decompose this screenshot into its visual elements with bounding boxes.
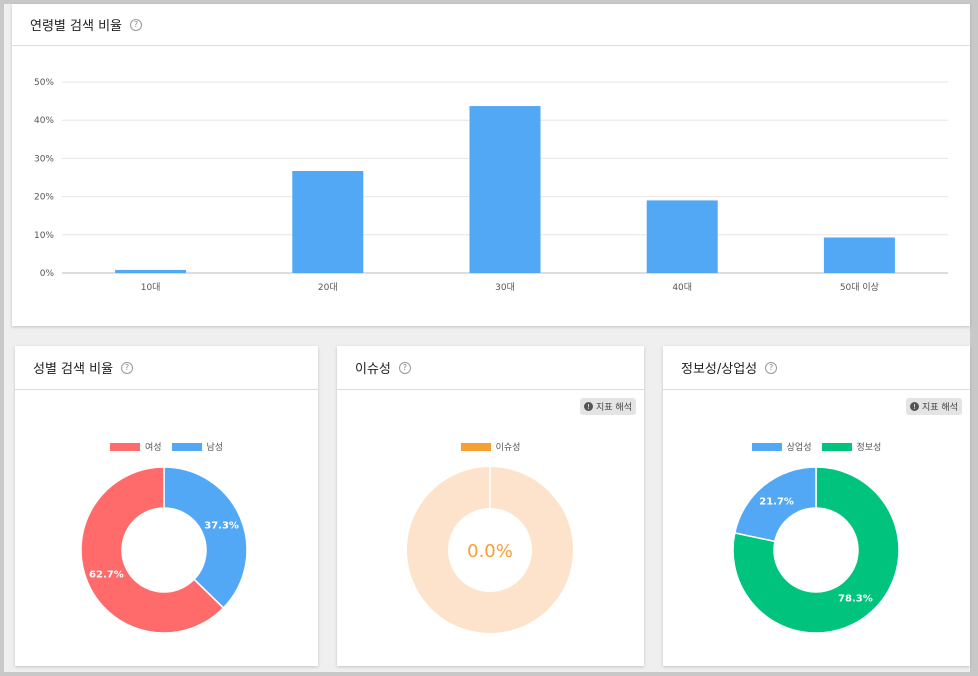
x-tick-label: 50대 이상 — [840, 282, 879, 293]
legend-label-informational: 정보성 — [856, 443, 882, 453]
age-chart-header: 연령별 검색 비율 ? — [12, 4, 970, 46]
legend-swatch-female — [109, 442, 140, 451]
legend-label-commercial: 상업성 — [786, 443, 812, 453]
interpretation-label: 지표 해석 — [596, 403, 632, 413]
x-tick-label: 40대 — [672, 282, 692, 293]
slice-label: 37.3% — [204, 521, 239, 532]
y-tick-label: 10% — [34, 231, 54, 241]
gender-chart-title: 성별 검색 비율 — [33, 362, 114, 377]
bar[interactable] — [646, 200, 718, 273]
info-icon: ! — [584, 402, 594, 411]
gender-chart-card: 성별 검색 비율 ? 여성 남성 37.3% 62.7% — [15, 346, 318, 666]
help-icon[interactable]: ? — [121, 361, 134, 374]
bar[interactable] — [823, 237, 895, 273]
info-donut-chart: 78.3% 21.7% — [732, 466, 900, 634]
slice-label: 62.7% — [89, 569, 124, 580]
legend-label-male: 남성 — [206, 443, 224, 453]
age-chart-card: 연령별 검색 비율 ? 0% 10% 20% 30% 40% 50% 10대 20대 30대 40… — [12, 4, 970, 326]
gender-chart-header: 성별 검색 비율 ? — [15, 346, 318, 390]
issue-chart-card: 이슈성 ? ! 지표 해석 이슈성 0.0% — [337, 346, 644, 666]
info-legend: 상업성 정보성 — [663, 440, 970, 453]
help-icon[interactable]: ? — [765, 361, 778, 374]
info-icon: ! — [910, 402, 920, 411]
legend-swatch-informational — [821, 442, 852, 451]
x-tick-label: 20대 — [318, 282, 338, 293]
donut-slice[interactable] — [163, 466, 248, 610]
y-tick-label: 50% — [34, 78, 54, 88]
interpretation-button[interactable]: ! 지표 해석 — [906, 398, 962, 415]
x-tick-label: 30대 — [495, 282, 515, 293]
bar[interactable] — [292, 171, 364, 273]
info-chart-card: 정보성/상업성 ? ! 지표 해석 상업성 정보성 78.3% 21.7% — [663, 346, 970, 666]
issue-chart-title: 이슈성 — [355, 362, 391, 377]
info-chart-header: 정보성/상업성 ? — [663, 346, 970, 390]
legend-item-commercial[interactable]: 상업성 — [751, 440, 812, 453]
interpretation-button[interactable]: ! 지표 해석 — [580, 398, 636, 415]
age-chart-title: 연령별 검색 비율 — [30, 19, 122, 34]
center-value: 0.0% — [467, 541, 513, 562]
y-tick-label: 20% — [34, 193, 54, 203]
interpretation-label: 지표 해석 — [922, 403, 958, 413]
legend-item-female[interactable]: 여성 — [109, 440, 162, 453]
y-tick-label: 30% — [34, 154, 54, 164]
age-bar-chart: 0% 10% 20% 30% 40% 50% 10대 20대 30대 40대 50대 이상 — [34, 78, 948, 293]
y-tick-label: 40% — [34, 116, 54, 126]
bar[interactable] — [115, 269, 187, 273]
gender-legend: 여성 남성 — [15, 440, 318, 453]
y-tick-label: 0% — [40, 269, 55, 279]
slice-label: 78.3% — [838, 594, 873, 605]
legend-swatch-commercial — [751, 442, 782, 451]
legend-swatch-male — [171, 442, 202, 451]
x-tick-label: 10대 — [141, 282, 161, 293]
gender-donut-chart: 37.3% 62.7% — [80, 466, 248, 634]
legend-swatch-issue — [460, 442, 491, 451]
legend-item-informational[interactable]: 정보성 — [821, 440, 882, 453]
issue-legend: 이슈성 — [337, 440, 644, 453]
issue-donut-chart: 0.0% — [406, 467, 573, 633]
bar[interactable] — [469, 106, 541, 273]
help-icon[interactable]: ? — [130, 18, 142, 31]
info-chart-title: 정보성/상업성 — [681, 362, 758, 377]
legend-item-issue[interactable]: 이슈성 — [460, 440, 521, 453]
legend-item-male[interactable]: 남성 — [171, 440, 224, 453]
issue-chart-header: 이슈성 ? — [337, 346, 644, 390]
legend-label-female: 여성 — [144, 443, 162, 453]
slice-label: 21.7% — [759, 496, 794, 507]
help-icon[interactable]: ? — [398, 361, 411, 374]
legend-label-issue: 이슈성 — [495, 443, 521, 453]
